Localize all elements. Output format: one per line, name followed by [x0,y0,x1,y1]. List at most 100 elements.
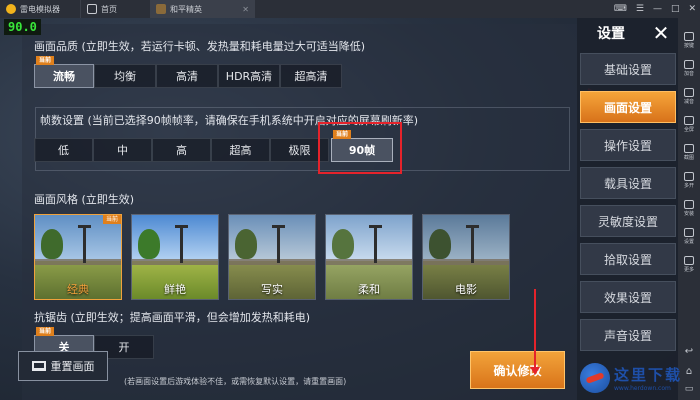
toolbar-volume-down[interactable]: 减音 [678,88,700,105]
quality-option-label: 超高清 [294,70,328,83]
menu-item-label: 基础设置 [603,62,652,77]
style-option-classic[interactable]: 当前 经典 [34,214,122,300]
style-option-label: 经典 [67,283,89,296]
tab-game[interactable]: 和平精英 ✕ [150,0,255,18]
tab-home-label: 首页 [101,4,117,14]
menu-item-graphics[interactable]: 画面设置 [580,91,676,123]
style-option-realistic[interactable]: 写实 [228,214,316,300]
menu-item-label: 载具设置 [603,176,652,191]
emulator-app-title: 雷电模拟器 [20,4,60,14]
framerate-option-ultra[interactable]: 超高 [211,138,270,162]
menu-item-effects[interactable]: 效果设置 [580,281,676,313]
thumb-tree [41,229,63,259]
menu-item-basic[interactable]: 基础设置 [580,53,676,85]
thumb-tree [429,229,451,259]
quality-option-ultra[interactable]: 超高清 [280,64,342,88]
style-thumbnails: 当前 经典 鲜艳 写实 柔和 电影 [34,214,510,300]
current-badge: 当前 [36,56,55,65]
framerate-option-label: 高 [176,144,187,157]
menu-item-vehicle[interactable]: 载具设置 [580,167,676,199]
toolbar-settings[interactable]: 设置 [678,228,700,245]
style-option-vivid[interactable]: 鲜艳 [131,214,219,300]
framerate-option-label: 中 [117,144,128,157]
thumb-tree [138,229,160,259]
emulator-titlebar: 雷电模拟器 首页 和平精英 ✕ ⌨ ☰ — □ ✕ [0,0,700,18]
quality-option-hd[interactable]: 高清 [156,64,218,88]
tab-home[interactable]: 首页 [80,0,150,18]
menu-item-controls[interactable]: 操作设置 [580,129,676,161]
style-option-label: 鲜艳 [164,283,186,296]
settings-menu: 设置 ✕ 基础设置 画面设置 操作设置 载具设置 灵敏度设置 拾取设置 效果设置… [577,18,678,400]
emulator-app-tab[interactable]: 雷电模拟器 [0,0,80,18]
toolbar-label: 多开 [683,183,694,189]
framerate-option-high[interactable]: 高 [152,138,211,162]
current-badge: 当前 [102,215,121,224]
toolbar-more[interactable]: 更多 [678,256,700,273]
menu-item-label: 声音设置 [603,328,652,343]
toolbar-screenshot[interactable]: 截图 [678,144,700,161]
thumb-tower [369,225,382,263]
quality-option-balanced[interactable]: 均衡 [94,64,156,88]
thumb-wall [326,259,412,265]
toolbar-volume-up[interactable]: 加音 [678,60,700,77]
framerate-option-low[interactable]: 低 [34,138,93,162]
thumb-tree [332,229,354,259]
emulator-logo-icon [6,4,16,14]
toolbar-fullscreen[interactable]: 全屏 [678,116,700,133]
reset-graphics-button[interactable]: 重置画面 [18,351,108,381]
style-title: 画面风格 (立即生效) [34,193,135,206]
style-option-label: 写实 [261,283,283,296]
menu-item-label: 效果设置 [603,290,652,305]
menu-item-sensitivity[interactable]: 灵敏度设置 [580,205,676,237]
framerate-option-label: 超高 [229,144,252,157]
watermark: 这里下载 www.herdown.com [580,358,690,398]
quality-option-smooth[interactable]: 当前 流畅 [34,56,94,88]
watermark-logo-icon [580,363,610,393]
style-option-soft[interactable]: 柔和 [325,214,413,300]
close-tab-icon[interactable]: ✕ [242,5,249,14]
confirm-button[interactable]: 确认修改 [470,351,565,389]
fullscreen-icon [684,116,694,125]
quality-option-label: 均衡 [114,70,136,83]
thumb-wall [35,259,121,265]
style-option-cinema[interactable]: 电影 [422,214,510,300]
quality-option-hdr[interactable]: HDR高清 [218,64,280,88]
home-icon [87,4,97,14]
quality-option-label: HDR高清 [225,70,273,83]
graphics-settings-panel: 画面品质 (立即生效，若运行卡顿、发热量和耗电量过大可适当降低) 当前 流畅 均… [22,24,577,400]
toolbar-label: 减音 [683,99,694,105]
toolbar-keymap[interactable]: 按键 [678,32,700,49]
current-badge: 当前 [36,327,55,336]
apk-icon [684,200,694,209]
framerate-option-label: 极限 [288,144,311,157]
menu-item-label: 画面设置 [603,100,652,115]
toolbar-back[interactable]: ↩ [678,346,700,357]
close-icon[interactable]: ✕ [650,22,672,44]
multi-instance-icon [684,172,694,181]
close-window-icon[interactable]: ✕ [688,4,696,14]
menu-item-pickup[interactable]: 拾取设置 [580,243,676,275]
toolbar-label: 全屏 [683,127,694,133]
volume-down-icon [684,88,694,97]
game-icon [156,4,166,14]
quality-segment: 当前 流畅 均衡 高清 HDR高清 超高清 [34,56,342,88]
toolbar-label: 安装 [683,211,694,217]
toolbar-install[interactable]: 安装 [678,200,700,217]
toolbar-multi[interactable]: 多开 [678,172,700,189]
thumb-wall [229,259,315,265]
style-option-label: 电影 [455,283,477,296]
gear-icon [684,228,694,237]
menu-item-label: 灵敏度设置 [597,214,658,229]
quality-title: 画面品质 (立即生效，若运行卡顿、发热量和耗电量过大可适当降低) [34,40,366,53]
keyboard-icon [684,32,694,41]
quality-option-label: 高清 [176,70,198,83]
framerate-option-mid[interactable]: 中 [93,138,152,162]
maximize-icon[interactable]: □ [671,4,680,14]
quality-option-label: 流畅 [53,70,75,83]
menu-item-sound[interactable]: 声音设置 [580,319,676,351]
minimize-icon[interactable]: — [653,4,662,14]
fps-counter: 90.0 [4,19,41,35]
gamepad-icon[interactable]: ⌨ [614,4,627,14]
antialias-option-label: 开 [118,341,130,354]
menu-icon[interactable]: ☰ [636,4,644,14]
